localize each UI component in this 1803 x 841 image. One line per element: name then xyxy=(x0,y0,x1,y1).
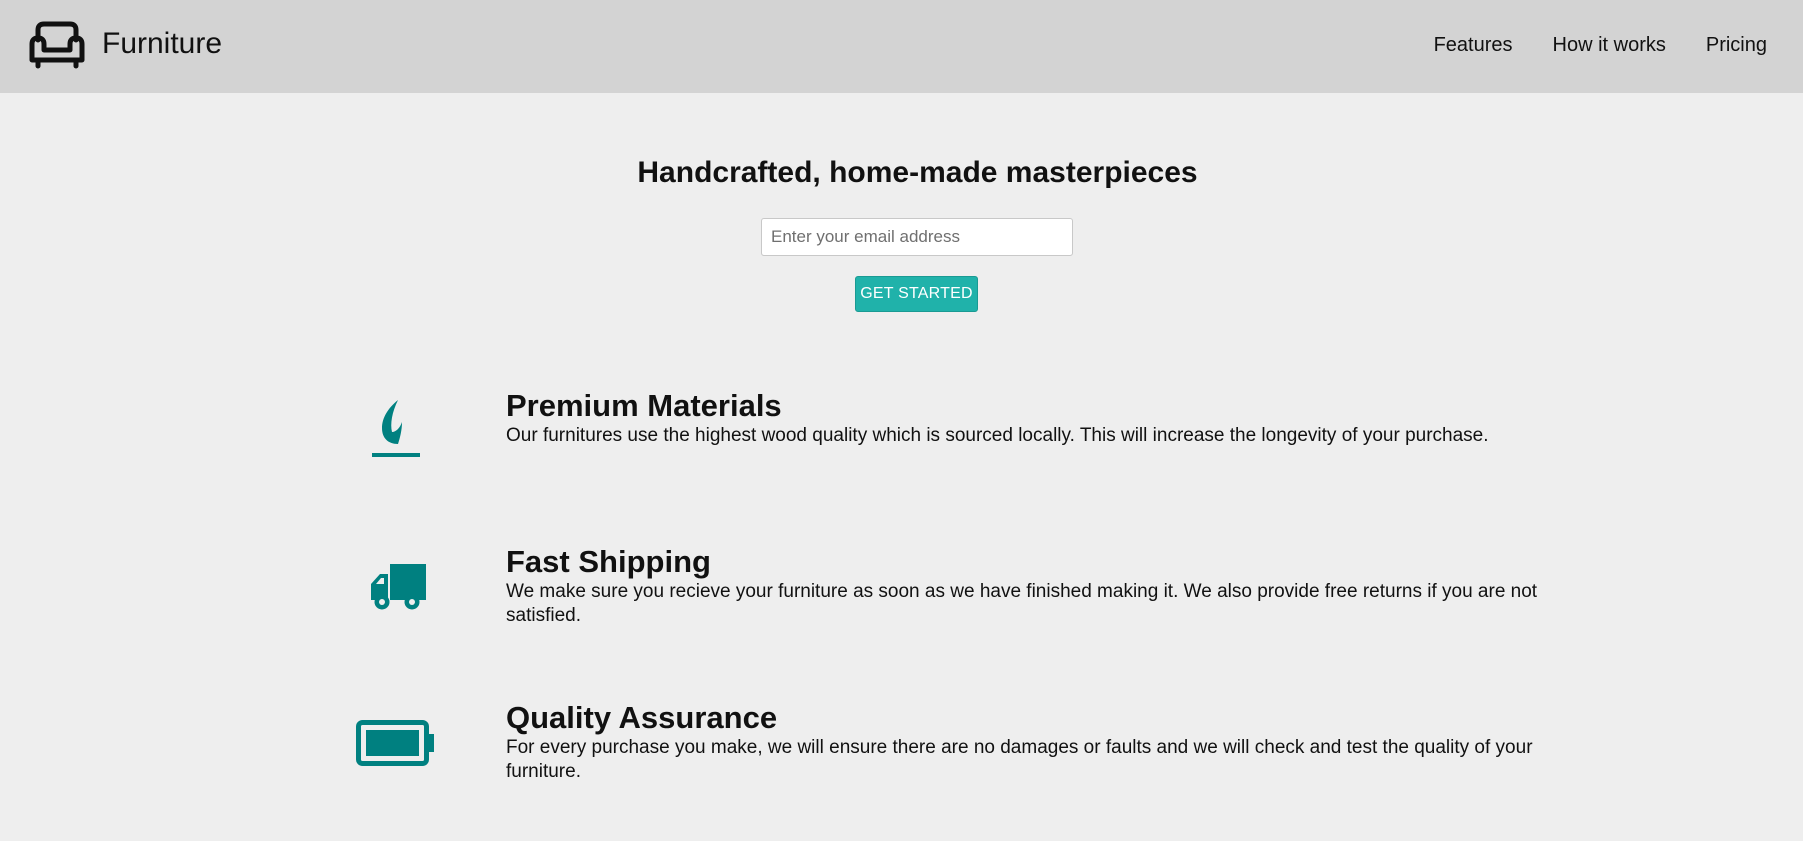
nav-link-how-it-works[interactable]: How it works xyxy=(1553,33,1666,57)
brand-name[interactable]: Furniture xyxy=(102,26,222,62)
feature-title: Quality Assurance xyxy=(506,700,778,735)
sofa-icon[interactable] xyxy=(28,20,86,70)
feature-description: Our furnitures use the highest wood qual… xyxy=(506,425,1489,446)
battery-full-icon xyxy=(356,720,434,766)
nav-link-features[interactable]: Features xyxy=(1434,33,1513,57)
feature-description: We make sure you recieve your furniture … xyxy=(506,581,1538,626)
feature-title: Fast Shipping xyxy=(506,544,711,579)
site-header: Furniture Features How it works Pricing xyxy=(0,0,1803,93)
get-started-button[interactable]: GET STARTED xyxy=(855,276,978,312)
truck-icon xyxy=(371,564,426,610)
main-nav: Features How it works Pricing xyxy=(1434,33,1767,57)
nav-link-pricing[interactable]: Pricing xyxy=(1706,33,1767,57)
feature-title: Premium Materials xyxy=(506,388,782,423)
fire-icon xyxy=(372,400,420,457)
feature-description: For every purchase you make, we will ens… xyxy=(506,737,1533,782)
email-input[interactable] xyxy=(761,218,1073,256)
hero-title: Handcrafted, home-made masterpieces xyxy=(637,156,1198,189)
